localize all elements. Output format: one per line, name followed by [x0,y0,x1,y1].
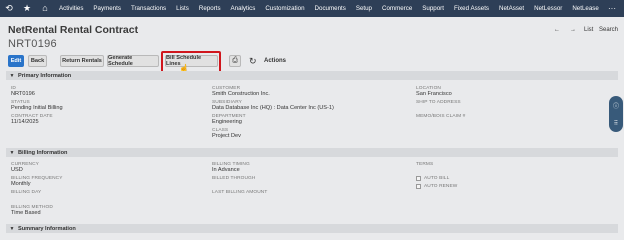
nav-item-netlessor[interactable]: NetLessor [529,0,567,17]
last-billing-amount-label: LAST BILLING AMOUNT [212,190,268,195]
customer-value[interactable]: Smith Construction Inc. [212,91,270,97]
location-value: San Francisco [416,91,452,97]
print-icon[interactable]: ⎙ [229,55,241,67]
side-toolbar: ⓘ ⠿ [609,96,623,132]
nav-item-netlease[interactable]: NetLease [567,0,604,17]
terms-label: TERMS [416,162,434,167]
actions-menu[interactable]: Actions [264,55,286,67]
billed-through-label: BILLED THROUGH [212,176,256,181]
search-link[interactable]: Search [599,27,618,33]
next-record-icon[interactable]: → [570,27,576,33]
billing-timing-value: In Advance [212,167,240,173]
record-id: NRT0196 [8,38,57,50]
section-title: Billing Information [18,149,68,156]
ship-to-label: SHIP TO ADDRESS [416,100,461,105]
class-value: Project Dev [212,133,241,139]
highlight-box [161,51,221,73]
more-menu-icon[interactable]: ··· [608,0,624,17]
section-title: Primary Information [18,72,72,79]
nav-item-lists[interactable]: Lists [171,0,194,17]
auto-renew-checkbox[interactable] [416,184,421,189]
prev-record-icon[interactable]: ← [554,27,560,33]
billing-day-label: BILLING DAY [11,190,42,195]
id-value: NRT0196 [11,91,35,97]
auto-bill-label: AUTO BILL [424,176,450,181]
section-title: Summary Information [18,225,76,232]
generate-schedule-button[interactable]: Generate Schedule [107,55,159,67]
nav-item-activities[interactable]: Activities [54,0,88,17]
auto-renew-label: AUTO RENEW [424,184,458,189]
auto-bill-checkbox[interactable] [416,176,421,181]
home-icon[interactable]: ⌂ [36,0,54,17]
billing-method-value: Time Based [11,210,41,216]
refresh-icon[interactable]: ↻ [249,55,257,67]
contract-date-value: 11/14/2025 [11,119,39,125]
status-value: Pending Initial Billing [11,105,63,111]
nav-item-analytics[interactable]: Analytics [226,0,261,17]
return-rentals-button[interactable]: Return Rentals [60,55,104,67]
info-icon[interactable]: ⓘ [613,101,619,110]
billing-frequency-value: Monthly [11,181,31,187]
list-link[interactable]: List [584,27,593,33]
currency-value: USD [11,167,23,173]
nav-item-fixed-assets[interactable]: Fixed Assets [449,0,494,17]
subsidiary-value: Data Database Inc (HQ) : Data Center Inc… [212,105,334,111]
top-nav-bar: ⟲ ★ ⌂ Activities Payments Transactions L… [0,0,624,17]
section-billing-information[interactable]: ▼ Billing Information [6,148,618,157]
department-value: Engineering [212,119,242,125]
nav-item-netasset[interactable]: NetAsset [494,0,529,17]
nav-item-reports[interactable]: Reports [194,0,226,17]
history-icon[interactable]: ⟲ [0,0,18,17]
nav-item-customization[interactable]: Customization [260,0,309,17]
section-summary-information[interactable]: ▼ Summary Information [6,224,618,233]
star-icon[interactable]: ★ [18,0,36,17]
nav-item-commerce[interactable]: Commerce [377,0,417,17]
edit-button[interactable]: Edit [8,55,24,67]
nav-item-payments[interactable]: Payments [88,0,126,17]
nav-item-support[interactable]: Support [417,0,449,17]
memo-label: MEMO/BOIS CLAIM # [416,114,466,119]
chevron-down-icon: ▼ [9,72,15,79]
nav-item-setup[interactable]: Setup [351,0,377,17]
nav-item-documents[interactable]: Documents [310,0,351,17]
section-primary-information[interactable]: ▼ Primary Information [6,71,618,80]
back-button[interactable]: Back [28,55,47,67]
chevron-down-icon: ▼ [9,225,15,232]
nav-item-transactions[interactable]: Transactions [126,0,171,17]
page-title: NetRental Rental Contract [8,24,139,36]
chevron-down-icon: ▼ [9,149,15,156]
apps-grid-icon[interactable]: ⠿ [614,120,618,127]
